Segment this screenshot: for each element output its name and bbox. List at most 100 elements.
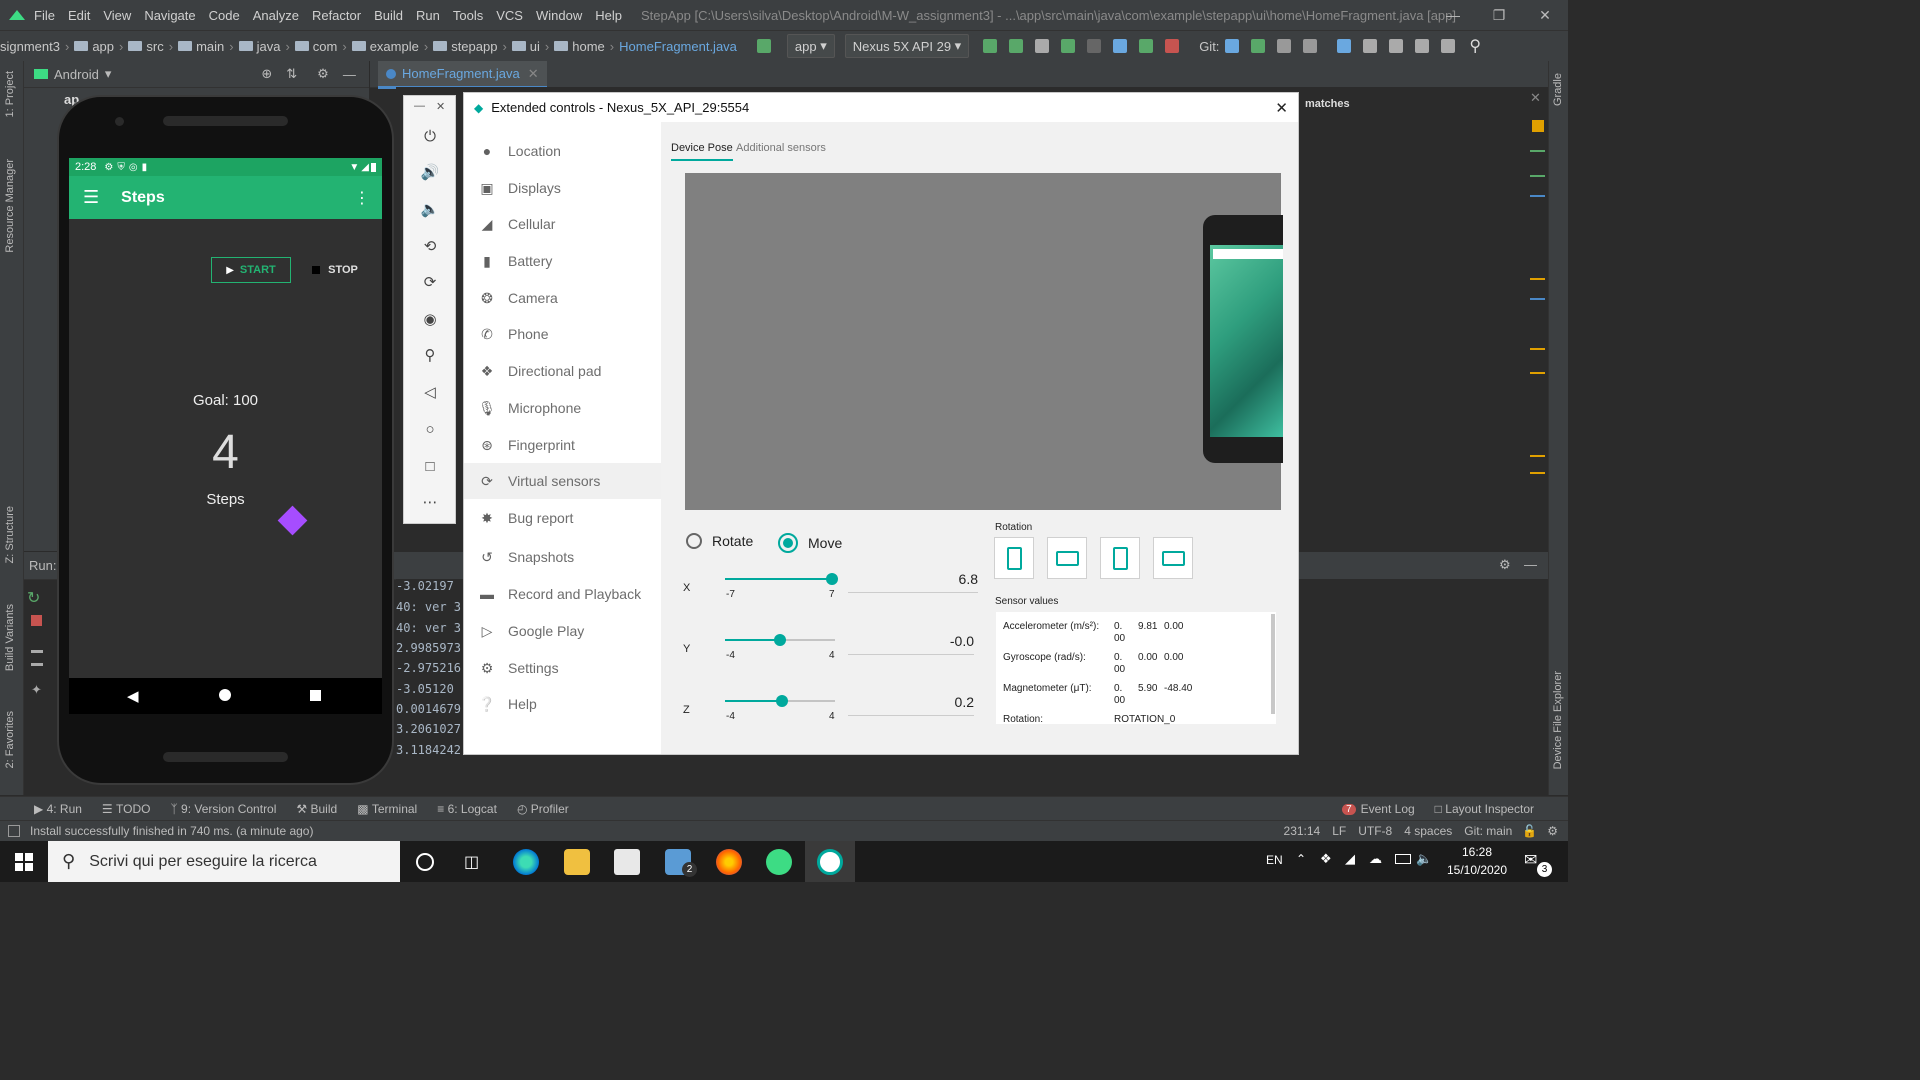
sidebar-item-bug-report[interactable]: ✸ Bug report	[464, 500, 661, 536]
run-settings-gear-icon[interactable]: ⚙	[1499, 557, 1511, 573]
menu-view[interactable]: View	[103, 8, 131, 23]
taskbar-search-box[interactable]: ⚲ Scrivi qui per eseguire la ricerca	[48, 841, 400, 882]
wifi-icon[interactable]: ◢	[1345, 851, 1355, 867]
menu-code[interactable]: Code	[209, 8, 240, 23]
tab-layout-inspector[interactable]: □ Layout Inspector	[1435, 802, 1534, 816]
coverage-icon[interactable]	[1087, 39, 1102, 53]
dropbox-icon[interactable]: ❖	[1320, 851, 1332, 867]
close-tab-icon[interactable]: ✕	[528, 66, 539, 82]
breadcrumb-item[interactable]: ui	[530, 39, 540, 54]
hide-run-panel-icon[interactable]: —	[1524, 557, 1537, 572]
settings-gear-icon[interactable]: ⚙	[1547, 824, 1558, 838]
rotation-reverse-landscape-button[interactable]	[1153, 537, 1193, 579]
volume-up-icon[interactable]: 🔊	[417, 159, 443, 185]
home-icon[interactable]: ○	[417, 416, 443, 442]
tab-version-control[interactable]: ᛉ 9: Version Control	[170, 802, 276, 816]
volume-icon[interactable]: 🔈	[1416, 851, 1432, 867]
sidebar-item-directional-pad[interactable]: ❖ Directional pad	[464, 353, 661, 389]
sidebar-item-google-play[interactable]: ▷ Google Play	[464, 613, 661, 649]
rotate-right-icon[interactable]: ⟳	[417, 269, 443, 295]
tab-terminal[interactable]: ▩ Terminal	[357, 802, 417, 816]
indent-setting[interactable]: 4 spaces	[1404, 824, 1452, 838]
breadcrumb-item[interactable]: example	[370, 39, 419, 54]
debug-icon[interactable]	[1061, 39, 1076, 53]
nav-home-icon[interactable]	[219, 689, 231, 701]
overview-icon[interactable]: □	[417, 453, 443, 479]
camera-icon[interactable]: ◉	[417, 306, 443, 332]
tool-window-project[interactable]: 1: Project	[4, 71, 16, 117]
git-update-icon[interactable]	[1225, 39, 1240, 53]
menu-analyze[interactable]: Analyze	[253, 8, 299, 23]
rerun-icon[interactable]: ↻	[27, 588, 45, 607]
sdk-manager-icon[interactable]	[1441, 39, 1456, 53]
menu-build[interactable]: Build	[374, 8, 403, 23]
device-manager-icon[interactable]	[1415, 39, 1430, 53]
run-tests-icon[interactable]	[1035, 39, 1050, 53]
more-icon[interactable]: ⋯	[417, 489, 443, 515]
menu-navigate[interactable]: Navigate	[144, 8, 195, 23]
sidebar-item-virtual-sensors[interactable]: ⟳ Virtual sensors	[464, 463, 661, 499]
tool-window-structure[interactable]: Z: Structure	[4, 506, 16, 563]
device-dropdown[interactable]: Nexus 5X API 29 ▾	[844, 34, 970, 58]
breadcrumb-item[interactable]: home	[572, 39, 605, 54]
rotate-left-icon[interactable]: ⟲	[417, 233, 443, 259]
slider-z-thumb[interactable]	[776, 695, 788, 707]
project-structure-icon[interactable]	[1337, 39, 1352, 53]
rotation-reverse-portrait-button[interactable]	[1100, 537, 1140, 579]
nav-back-icon[interactable]: ◀	[127, 687, 139, 705]
sidebar-item-record-playback[interactable]: ▬ Record and Playback	[464, 576, 661, 612]
menu-file[interactable]: File	[34, 8, 55, 23]
breadcrumb-item[interactable]: stepapp	[451, 39, 497, 54]
git-commit-icon[interactable]	[1251, 39, 1266, 53]
slider-z-value[interactable]: 0.2	[848, 694, 974, 716]
firefox-icon[interactable]	[716, 849, 742, 875]
task-view-icon[interactable]: ◫	[464, 852, 479, 872]
close-icon[interactable]: ✕	[1275, 99, 1288, 117]
warning-marker-icon[interactable]	[1532, 120, 1544, 132]
clock-date[interactable]: 15/10/2020	[1443, 863, 1511, 877]
menu-tools[interactable]: Tools	[453, 8, 483, 23]
run-config-dropdown[interactable]: app ▾	[786, 34, 835, 58]
breadcrumb-item[interactable]: app	[92, 39, 114, 54]
stop-run-icon[interactable]	[31, 615, 42, 626]
git-branch[interactable]: Git: main	[1464, 824, 1512, 838]
breadcrumb-item[interactable]: signment3	[0, 39, 60, 54]
nav-recents-icon[interactable]	[310, 690, 321, 701]
stop-button[interactable]: STOP	[305, 257, 365, 283]
power-icon[interactable]: ⏻	[417, 123, 443, 149]
windows-start-icon[interactable]	[15, 853, 33, 871]
tab-build[interactable]: ⚒ Build	[296, 802, 337, 816]
close-icon[interactable]: ✕	[1522, 0, 1568, 30]
menu-help[interactable]: Help	[595, 8, 622, 23]
breadcrumb-item[interactable]: com	[313, 39, 338, 54]
lock-icon[interactable]: 🔓	[1522, 824, 1537, 838]
status-message[interactable]: Install successfully finished in 740 ms.…	[30, 824, 313, 838]
cursor-position[interactable]: 231:14	[1284, 824, 1321, 838]
sidebar-item-cellular[interactable]: ◢ Cellular	[464, 206, 661, 242]
mode-move-radio[interactable]: Move	[778, 533, 842, 553]
git-history-icon[interactable]	[1277, 39, 1292, 53]
battery-icon[interactable]	[1395, 854, 1411, 864]
tool-window-device-file-explorer[interactable]: Device File Explorer	[1552, 671, 1564, 769]
language-indicator[interactable]: EN	[1266, 853, 1283, 867]
collapse-all-icon[interactable]: ⇅	[286, 66, 297, 82]
tab-additional-sensors[interactable]: Additional sensors	[736, 142, 826, 154]
hamburger-menu-icon[interactable]: ☰	[83, 187, 99, 208]
profile-icon[interactable]	[1113, 39, 1128, 53]
apply-code-changes-icon[interactable]	[1009, 39, 1024, 53]
stop-icon[interactable]	[1165, 39, 1180, 53]
apply-changes-icon[interactable]	[983, 39, 998, 53]
sidebar-item-snapshots[interactable]: ↺ Snapshots	[464, 539, 661, 575]
gear-icon[interactable]: ⚙	[317, 66, 329, 82]
breadcrumb-item[interactable]: java	[257, 39, 281, 54]
menu-vcs[interactable]: VCS	[496, 8, 523, 23]
sidebar-item-microphone[interactable]: 🎙 Microphone	[464, 390, 661, 426]
sync-gradle-icon[interactable]	[1389, 39, 1404, 53]
sidebar-item-location[interactable]: ● Location	[464, 133, 661, 169]
zoom-icon[interactable]: ⚲	[417, 342, 443, 368]
build-hammer-icon[interactable]	[756, 39, 771, 53]
slider-x-value[interactable]: 6.8	[848, 571, 978, 593]
cortana-icon[interactable]	[416, 853, 434, 871]
line-separator[interactable]: LF	[1332, 824, 1346, 838]
menu-edit[interactable]: Edit	[68, 8, 90, 23]
